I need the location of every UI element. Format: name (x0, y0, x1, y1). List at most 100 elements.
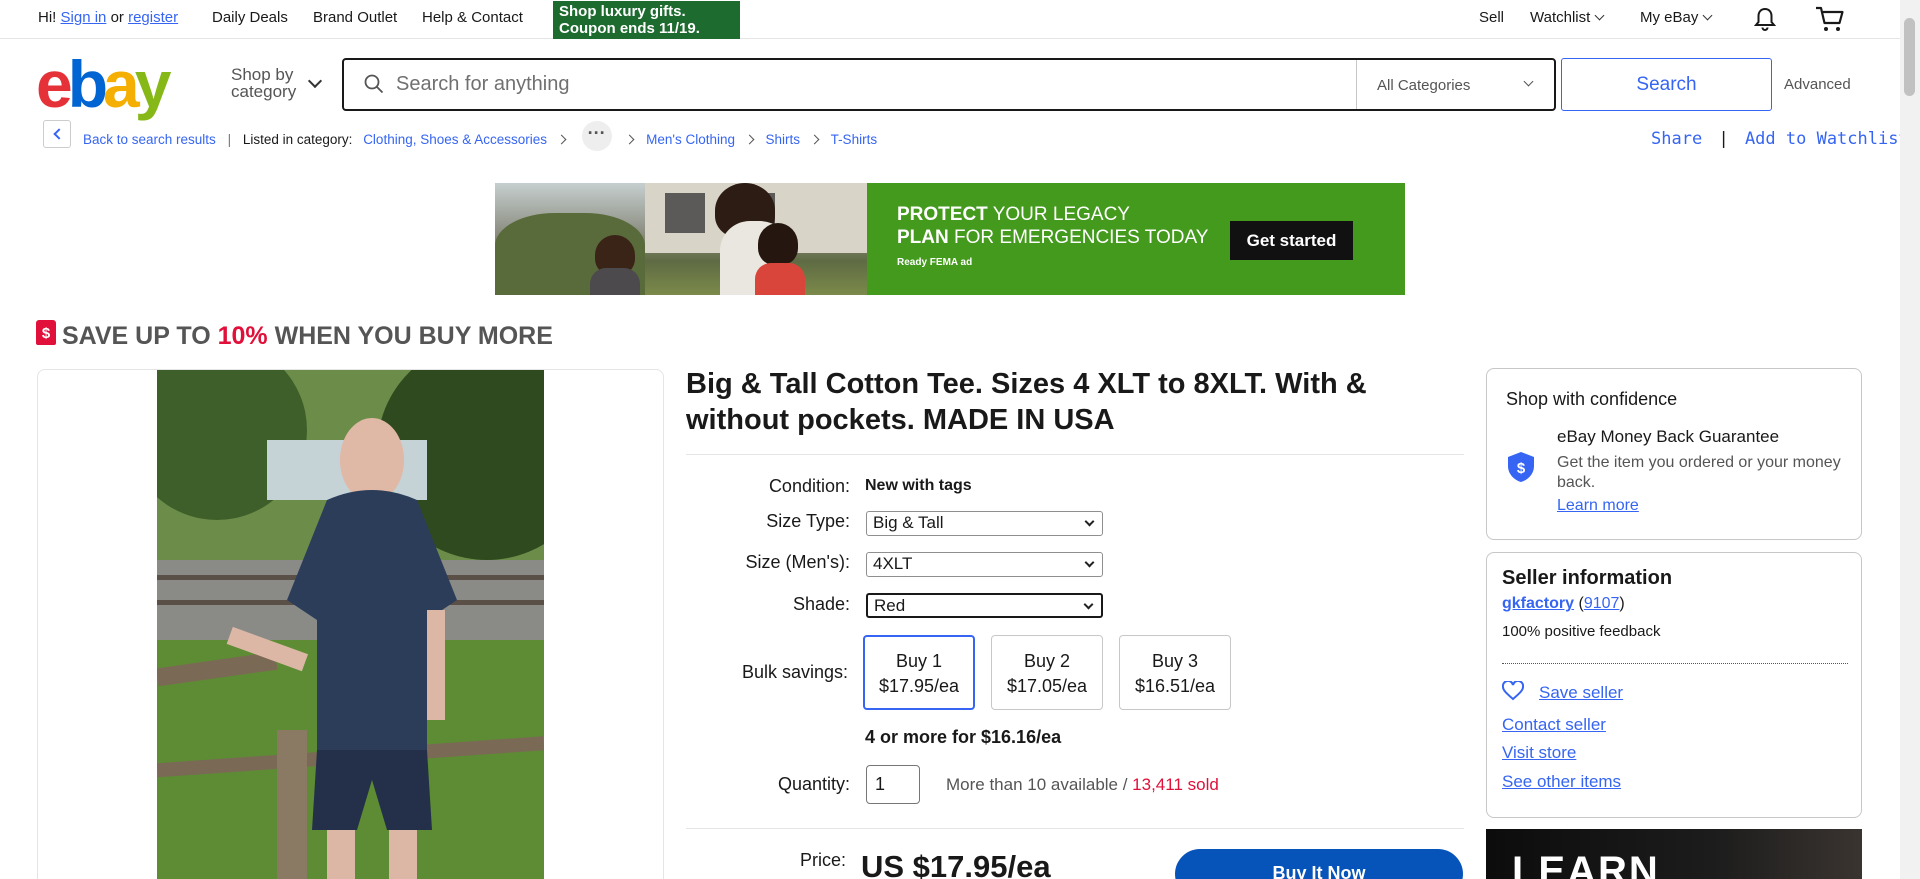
shield-icon: $ (1508, 452, 1534, 482)
logo-letter-b: b (67, 47, 108, 121)
svg-text:$: $ (1517, 460, 1526, 477)
quantity-label: Quantity: (777, 774, 850, 794)
brand-outlet-link[interactable]: Brand Outlet (313, 9, 397, 26)
greeting-text: Hi! (38, 9, 57, 26)
seller-name-row: gkfactory (9107) (1502, 595, 1625, 613)
item-image-panel[interactable] (37, 369, 664, 879)
search-input[interactable] (396, 60, 1336, 109)
breadcrumb-item-shirts[interactable]: Shirts (766, 132, 801, 147)
contact-seller-link[interactable]: Contact seller (1502, 715, 1606, 735)
separator: | (227, 131, 232, 147)
chevron-down-icon (1083, 599, 1094, 610)
seller-feedback: 100% positive feedback (1502, 623, 1661, 640)
size-type-select[interactable]: Big & Tall (866, 511, 1103, 536)
back-to-results-link[interactable]: Back to search results (83, 132, 216, 147)
more-categories-button[interactable]: ··· (581, 121, 612, 151)
chevron-down-icon (1523, 76, 1534, 87)
get-started-button[interactable]: Get started (1230, 221, 1353, 260)
ad-line-1-rest: YOUR LEGACY (987, 204, 1130, 225)
heart-icon[interactable] (1502, 681, 1524, 701)
back-button[interactable] (43, 120, 71, 148)
divider (1502, 663, 1848, 664)
share-watchlist: Share | Add to Watchlist (1651, 129, 1909, 149)
help-contact-link[interactable]: Help & Contact (422, 9, 523, 26)
sign-in-link[interactable]: Sign in (61, 9, 107, 26)
logo-letter-y: y (134, 47, 172, 121)
availability-text: More than 10 available / 13,411 sold (946, 775, 1219, 795)
my-ebay-menu[interactable]: My eBay (1640, 9, 1713, 26)
size-select[interactable]: 4XLT (866, 552, 1103, 577)
learn-more-link[interactable]: Learn more (1557, 497, 1639, 515)
scrollbar-thumb[interactable] (1904, 18, 1915, 96)
item-photo[interactable] (157, 370, 544, 879)
shop-by-category-button[interactable]: Shop by category (231, 66, 296, 100)
item-title: Big & Tall Cotton Tee. Sizes 4 XLT to 8X… (686, 368, 1367, 436)
shop-by-line-1: Shop by (231, 65, 294, 84)
buy-it-now-button[interactable]: Buy It Now (1175, 849, 1463, 879)
breadcrumb-item-mens-clothing[interactable]: Men's Clothing (646, 132, 735, 147)
chevron-right-icon (809, 134, 820, 144)
paren-open: ( (1574, 595, 1584, 612)
search-bar: All Categories (342, 58, 1556, 111)
add-to-watchlist-link[interactable]: Add to Watchlist (1745, 129, 1909, 149)
promo-banner[interactable]: Shop luxury gifts. Coupon ends 11/19. (553, 1, 740, 39)
bulk-option-2[interactable]: Buy 2 $17.05/ea (991, 635, 1103, 710)
see-other-items-link[interactable]: See other items (1502, 772, 1621, 792)
bulk-option-3[interactable]: Buy 3 $16.51/ea (1119, 635, 1231, 710)
side-ad[interactable]: LEARN (1486, 829, 1862, 879)
page-scrollbar[interactable] (1900, 0, 1920, 879)
bulk-savings-label: Bulk savings: (741, 662, 848, 682)
promo-line-2: Coupon ends 11/19. (559, 20, 700, 37)
seller-score-link[interactable]: 9107 (1584, 595, 1620, 612)
promo-line-1: Shop luxury gifts. (559, 3, 686, 20)
search-button[interactable]: Search (1561, 58, 1772, 111)
chevron-right-icon (624, 134, 635, 144)
chevron-down-icon (1594, 10, 1605, 21)
breadcrumb-item-t-shirts[interactable]: T-Shirts (831, 132, 878, 147)
logo-letter-e: e (36, 47, 73, 121)
breadcrumb-item-clothing[interactable]: Clothing, Shoes & Accessories (363, 132, 547, 147)
shop-with-confidence-panel: Shop with confidence $ eBay Money Back G… (1486, 368, 1862, 540)
ad-line-2-rest: FOR EMERGENCIES TODAY (948, 227, 1209, 248)
visit-store-link[interactable]: Visit store (1502, 743, 1576, 763)
sell-link[interactable]: Sell (1479, 9, 1504, 26)
bell-icon[interactable] (1752, 6, 1778, 32)
save-seller-link[interactable]: Save seller (1539, 683, 1623, 703)
watchlist-menu[interactable]: Watchlist (1530, 9, 1605, 26)
ad-photo (495, 183, 867, 295)
daily-deals-link[interactable]: Daily Deals (212, 9, 288, 26)
shop-by-line-2: category (231, 82, 297, 101)
bulk-price: $16.51/ea (1134, 676, 1216, 696)
divider (686, 454, 1464, 455)
chevron-down-icon[interactable] (307, 73, 323, 89)
chevron-right-icon (556, 134, 567, 144)
ad-line-2-bold: PLAN (897, 227, 949, 248)
shade-value: Red (874, 596, 906, 615)
seller-name-link[interactable]: gkfactory (1502, 595, 1574, 612)
register-link[interactable]: register (128, 9, 178, 26)
side-ad-text: LEARN (1512, 849, 1660, 879)
advanced-search-link[interactable]: Advanced (1784, 76, 1851, 93)
bulk-qty: Buy 1 (895, 651, 943, 671)
size-type-label: Size Type: (766, 511, 850, 531)
chevron-down-icon (1702, 10, 1713, 21)
logo-letter-a: a (103, 47, 140, 121)
man-in-tshirt-photo (157, 370, 544, 879)
shade-select[interactable]: Red (866, 593, 1103, 618)
seller-information-panel: Seller information gkfactory (9107) 100%… (1486, 552, 1862, 818)
bulk-option-1[interactable]: Buy 1 $17.95/ea (863, 635, 975, 710)
chevron-down-icon (1084, 557, 1095, 568)
ebay-logo[interactable]: ebay (36, 47, 172, 121)
category-select[interactable]: All Categories (1356, 60, 1554, 109)
seller-title: Seller information (1502, 567, 1673, 589)
share-link[interactable]: Share (1651, 129, 1702, 149)
listed-in-label: Listed in category: (242, 131, 353, 147)
quantity-input[interactable]: 1 (866, 765, 920, 804)
bulk-price: $17.05/ea (1006, 676, 1088, 696)
ad-banner[interactable]: PROTECT YOUR LEGACY PLAN FOR EMERGENCIES… (495, 183, 1405, 295)
save-banner-text: SAVE UP TO 10% WHEN YOU BUY MORE (62, 322, 553, 351)
cart-icon[interactable] (1815, 5, 1845, 33)
money-back-description: Get the item you ordered or your money b… (1557, 454, 1841, 491)
category-label: All Categories (1377, 77, 1471, 94)
ad-headline-1: PROTECT YOUR LEGACY (897, 204, 1130, 226)
